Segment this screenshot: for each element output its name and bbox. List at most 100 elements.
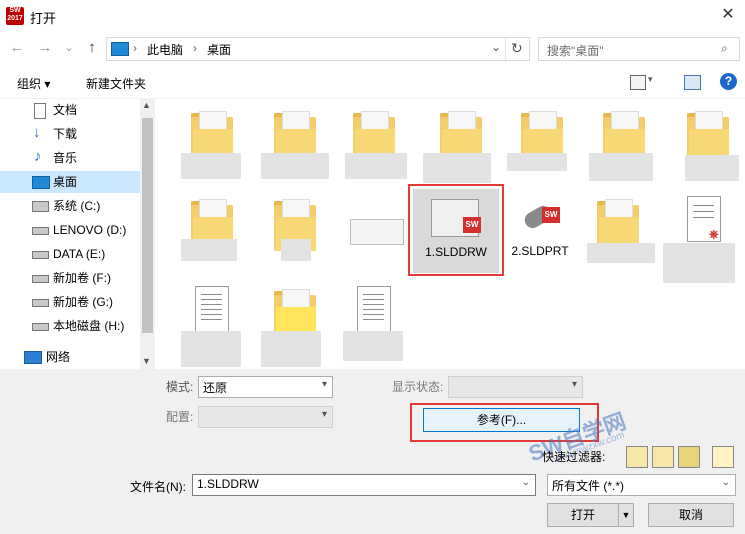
forward-arrow-icon[interactable]: → (36, 38, 54, 58)
highlight-box (408, 184, 504, 276)
file-thumbnail[interactable] (350, 219, 404, 245)
blurred-filename (261, 331, 321, 367)
sidebar-item-desktop[interactable]: 桌面 (0, 171, 140, 193)
sidebar-item-system-drive[interactable]: 系统 (C:) (0, 195, 140, 217)
search-icon[interactable]: ⌕ (721, 41, 728, 56)
chevron-down-icon: ⌄ (521, 477, 530, 488)
breadcrumb-desktop[interactable]: 桌面 (207, 41, 231, 58)
organize-menu[interactable]: 组织 ▾ (17, 75, 50, 92)
cancel-button[interactable]: 取消 (648, 503, 734, 527)
sidebar-item-network[interactable]: 网络 (0, 346, 140, 368)
filename-label: 文件名(N): (130, 480, 186, 494)
sw-badge-icon: SW (542, 207, 560, 223)
quick-filter-label: 快速过滤器: (542, 450, 606, 464)
pdf-badge-icon: ⎈ (709, 227, 719, 241)
sidebar-item-music[interactable]: ♪ 音乐 (0, 147, 140, 169)
display-state-label: 显示状态: (392, 380, 444, 394)
sidebar-item-data-drive[interactable]: DATA (E:) (0, 243, 140, 265)
filetype-value: 所有文件 (*.*) (552, 479, 625, 493)
chevron-down-icon[interactable]: ⌄ (491, 40, 501, 54)
search-input[interactable]: 搜索"桌面" ⌕ (538, 37, 740, 61)
open-button[interactable]: 打开 (547, 503, 619, 527)
display-state-select[interactable]: ▾ (448, 376, 583, 398)
system-drive-icon (32, 201, 49, 212)
network-icon (24, 351, 42, 364)
sidebar-item-label: 本地磁盘 (H:) (53, 319, 125, 333)
chevron-down-icon: ▾ (321, 379, 327, 390)
view-options-icon[interactable] (630, 75, 646, 90)
window-title: 打开 (30, 11, 57, 26)
sidebar-item-f-drive[interactable]: 新加卷 (F:) (0, 267, 140, 289)
view-dropdown-icon[interactable]: ▾ (648, 74, 653, 85)
filter-drawings-icon[interactable] (678, 446, 700, 468)
close-button[interactable]: ✕ (718, 5, 738, 25)
chevron-down-icon: ▾ (571, 379, 577, 390)
drive-icon (32, 251, 49, 259)
blurred-filename (181, 239, 237, 261)
blurred-filename (685, 155, 739, 181)
sidebar-item-label: 桌面 (53, 175, 78, 189)
text-file-icon[interactable] (195, 286, 229, 332)
new-folder-button[interactable]: 新建文件夹 (86, 75, 146, 92)
filter-parts-icon[interactable] (626, 446, 648, 468)
blurred-filename (281, 239, 311, 261)
drive-icon (32, 299, 49, 307)
scroll-up-icon[interactable]: ▲ (142, 100, 151, 110)
mode-label: 模式: (166, 380, 194, 394)
blurred-filename (663, 243, 735, 283)
sidebar-item-g-drive[interactable]: 新加卷 (G:) (0, 291, 140, 313)
sidebar-item-label: 新加卷 (F:) (53, 271, 111, 285)
drive-icon (32, 323, 49, 331)
text-file-icon[interactable] (357, 286, 391, 332)
sidebar-item-lenovo-drive[interactable]: LENOVO (D:) (0, 219, 140, 241)
filename-value: 1.SLDDRW (197, 477, 259, 491)
pc-icon (111, 42, 129, 56)
sidebar-item-label: 网络 (46, 350, 71, 364)
blurred-filename (261, 153, 329, 179)
sidebar-item-documents[interactable]: 文档 (0, 99, 140, 121)
blurred-filename (181, 331, 241, 367)
download-icon: ↓ (33, 124, 41, 141)
sidebar-item-h-drive[interactable]: 本地磁盘 (H:) (0, 315, 140, 337)
back-arrow-icon[interactable]: ← (8, 38, 26, 58)
filter-assemblies-icon[interactable] (652, 446, 674, 468)
file-item-sldprt[interactable]: SW 2.SLDPRT (500, 189, 580, 271)
help-icon[interactable]: ? (720, 73, 737, 90)
mode-value: 还原 (203, 381, 228, 395)
solidworks-app-icon: SW 2017 (6, 7, 24, 25)
drive-icon (32, 275, 49, 283)
up-arrow-icon[interactable]: ↑ (83, 38, 101, 58)
blurred-filename (345, 153, 407, 179)
scroll-down-icon[interactable]: ▼ (142, 356, 151, 366)
blurred-filename (423, 153, 491, 183)
refresh-icon[interactable]: ↻ (511, 40, 523, 57)
nav-scrollbar-thumb[interactable] (142, 118, 153, 333)
sidebar-item-label: DATA (E:) (53, 247, 106, 261)
document-icon (34, 103, 46, 119)
sidebar-item-label: LENOVO (D:) (53, 223, 127, 237)
sidebar-item-label: 文档 (53, 103, 78, 117)
chevron-down-icon: ▾ (321, 409, 327, 420)
filter-top-level-icon[interactable] (712, 446, 734, 468)
chevron-right-icon: › (133, 41, 137, 55)
filename-input[interactable]: 1.SLDDRW ⌄ (192, 474, 536, 496)
breadcrumb-this-pc[interactable]: 此电脑 (147, 41, 183, 58)
mode-select[interactable]: 还原 ▾ (198, 376, 333, 398)
title-bar: SW 2017 打开 ✕ (0, 0, 745, 32)
blurred-filename (507, 153, 567, 171)
chevron-right-icon: › (193, 41, 197, 55)
blurred-filename (343, 331, 403, 361)
sidebar-item-label: 系统 (C:) (53, 199, 101, 213)
drive-icon (32, 227, 49, 235)
filetype-select[interactable]: 所有文件 (*.*) ⌄ (547, 474, 736, 496)
config-select[interactable]: ▾ (198, 406, 333, 428)
sidebar-item-downloads[interactable]: ↓ 下载 (0, 123, 140, 145)
address-bar[interactable]: › 此电脑 › 桌面 ⌄ ↻ (106, 37, 530, 61)
desktop-icon (32, 176, 50, 189)
sidebar-item-label: 音乐 (53, 151, 78, 165)
open-dropdown-icon[interactable]: ▼ (618, 503, 634, 527)
config-label: 配置: (166, 410, 194, 424)
recent-dropdown-icon[interactable]: ⌄ (60, 38, 78, 58)
blurred-filename (587, 243, 655, 263)
preview-pane-icon[interactable] (684, 75, 701, 90)
